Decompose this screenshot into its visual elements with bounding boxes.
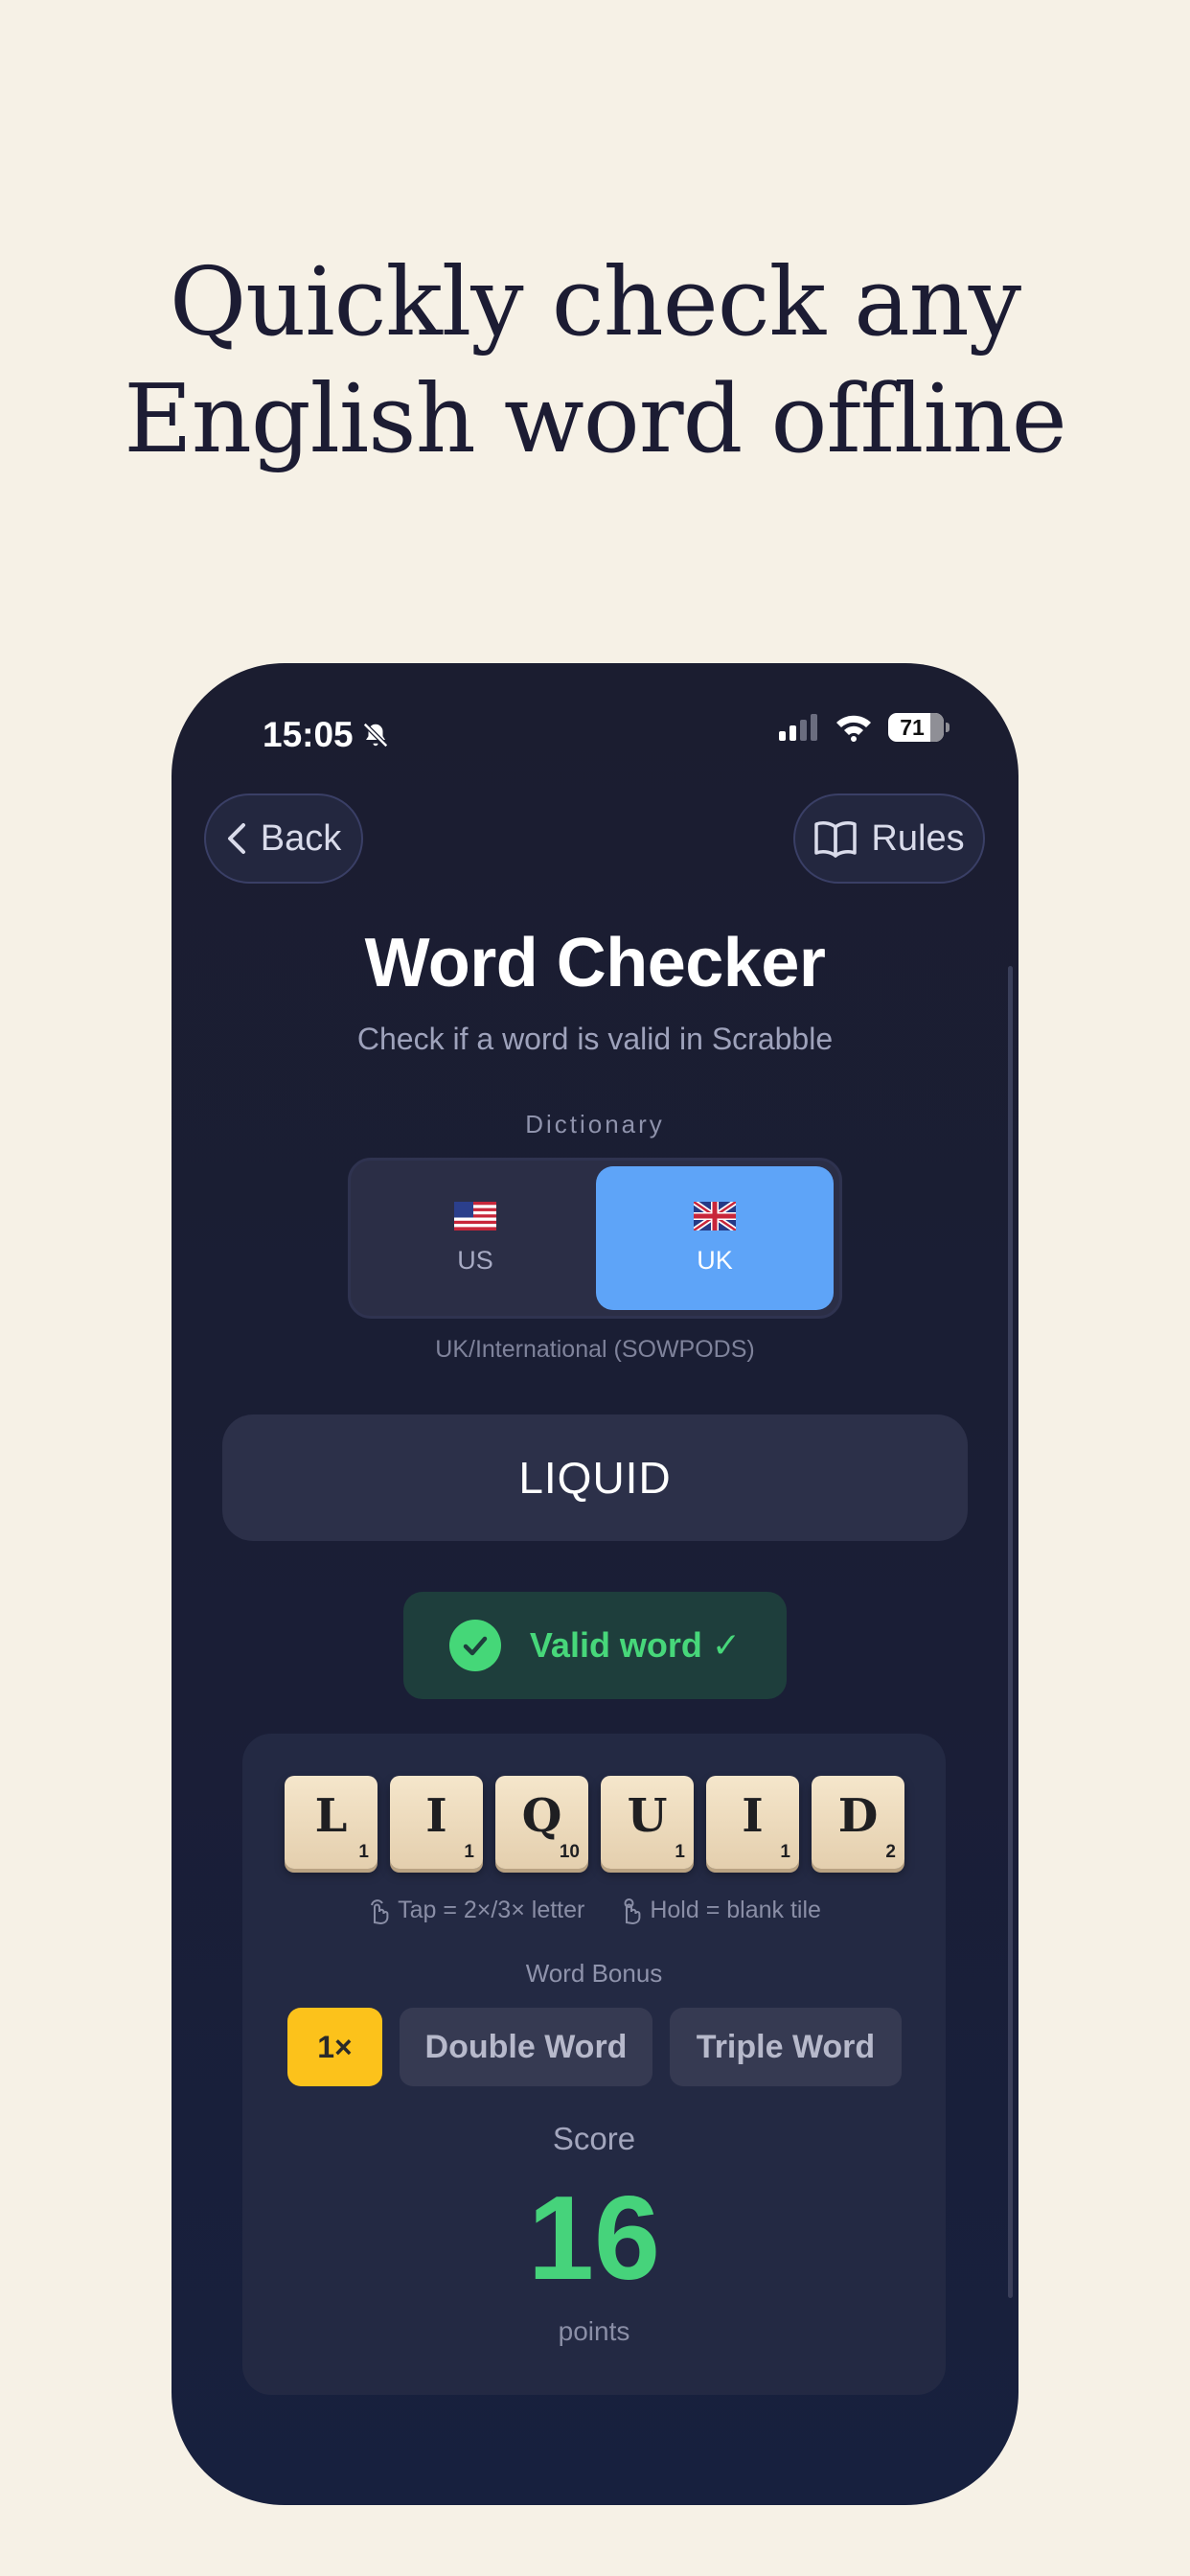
tile-row: L1 I1 Q 10 U1 I1 D2 [285,1776,904,1869]
status-time: 15:05 [263,715,390,755]
score-label: Score [552,2121,636,2156]
double-word-button[interactable]: Double Word [400,2008,652,2086]
us-flag-icon [454,1201,496,1230]
status-icons: 71 [777,713,950,742]
tile-points: 10 [559,1842,580,1862]
bonus-1x-button[interactable]: 1× [287,2008,382,2086]
hold-gesture-icon [624,1898,641,1924]
word-bonus-selector: 1× Double Word Triple Word [287,2008,902,2086]
dictionary-option-us-label: US [457,1245,493,1275]
back-button[interactable]: Back [204,794,363,884]
tap-hint-text: Tap = 2×/3× letter [398,1897,585,1923]
uk-flag-icon [694,1201,736,1230]
signal-icon [779,714,817,741]
rules-button[interactable]: Rules [793,794,985,884]
validity-badge: Valid word ✓ [403,1592,787,1699]
dictionary-selector: US UK [348,1158,842,1319]
battery-icon: 71 [888,713,950,742]
rules-label: Rules [871,817,965,859]
tap-gesture-icon [371,1898,389,1924]
score-value: 16 [528,2173,660,2305]
tile-letter: I [425,1789,447,1843]
dictionary-option-uk[interactable]: UK [596,1166,834,1310]
points-label: points [558,2316,630,2346]
check-circle-icon [448,1620,501,1671]
headline-line-2: English word offline [124,365,1067,474]
phone-screen: 15:05 71 Back Rules Word Checker Check i… [172,663,1018,2505]
hold-hint: Hold = blank tile [619,1897,821,1924]
page-subtitle: Check if a word is valid in Scrabble [356,1022,834,1056]
page-title: Word Checker [364,925,826,1001]
back-label: Back [260,817,342,859]
dictionary-description: UK/International (SOWPODS) [435,1336,755,1363]
tap-hint: Tap = 2×/3× letter [367,1897,584,1924]
letter-tile[interactable]: I1 [390,1776,483,1869]
chevron-left-icon [227,823,245,854]
hold-hint-text: Hold = blank tile [650,1897,821,1923]
battery-level: 71 [900,714,925,740]
tile-points: 1 [464,1842,474,1862]
letter-tile[interactable]: I1 [706,1776,799,1869]
tile-points: 2 [885,1842,896,1862]
letter-tile[interactable]: L1 [285,1776,378,1869]
letter-tile[interactable]: U1 [601,1776,694,1869]
letter-tile[interactable]: Q 10 [495,1776,588,1869]
word-input[interactable]: LIQUID [222,1414,968,1541]
tile-letter: Q [521,1789,562,1843]
wifi-icon [836,715,871,742]
dictionary-option-us[interactable]: US [356,1166,594,1310]
tile-letter: L [314,1789,348,1843]
tile-points: 1 [780,1842,790,1862]
tile-points: 1 [358,1842,369,1862]
triple-word-button[interactable]: Triple Word [670,2008,902,2086]
score-card: L1 I1 Q 10 U1 I1 D2 Tap = 2×/3× letter Ho… [242,1734,946,2395]
tile-points: 1 [675,1842,685,1862]
letter-tile[interactable]: D2 [812,1776,904,1869]
mute-bell-icon [362,722,388,748]
headline-line-1: Quickly check any [169,248,1021,357]
book-icon [814,821,858,858]
scrollbar[interactable] [1008,966,1013,2298]
word-bonus-label: Word Bonus [525,1959,663,1988]
validity-text: Valid word ✓ [529,1625,742,1665]
tile-letter: D [837,1789,879,1843]
tile-letter: U [627,1789,668,1843]
headline: Quickly check any English word offline [0,244,1190,478]
status-time-text: 15:05 [263,715,354,754]
dictionary-option-uk-label: UK [697,1245,733,1275]
tile-letter: I [742,1789,764,1843]
dictionary-label: Dictionary [525,1110,665,1138]
tile-hints: Tap = 2×/3× letter Hold = blank tile [242,1897,946,1924]
